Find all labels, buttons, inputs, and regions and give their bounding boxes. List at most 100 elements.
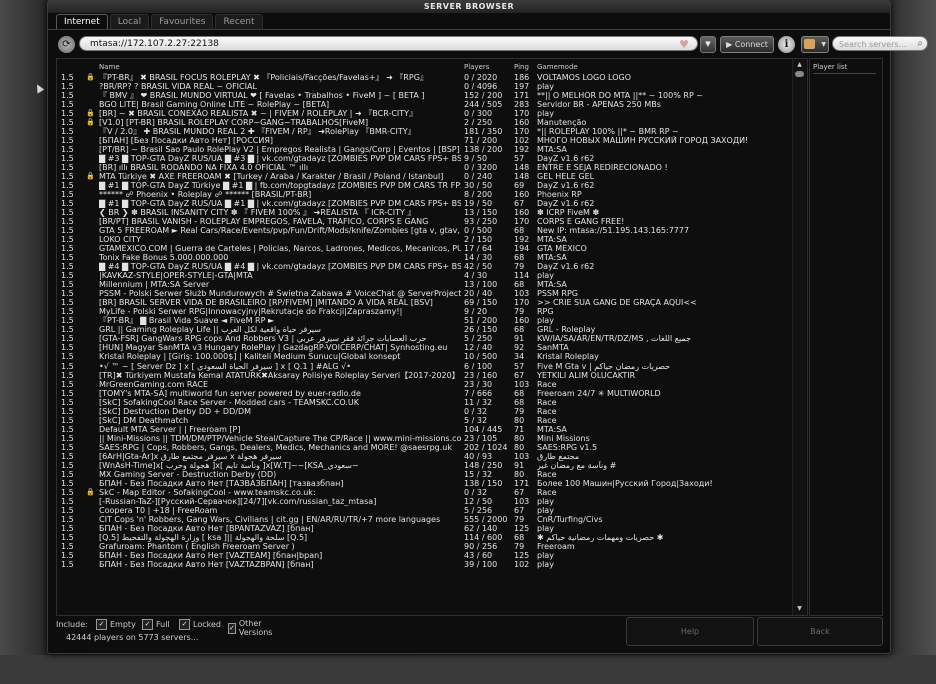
table-row[interactable]: 1.5 GTAMEXICO.COM | Guerra de Carteles | … — [57, 244, 790, 253]
connect-button[interactable]: ▶ Connect — [720, 36, 774, 53]
tab-recent[interactable]: Recent — [215, 14, 263, 30]
table-row[interactable]: 1.5 ▇ #4 ▇ TOP-GTA DayZ RUS/UA ▇ #4 ▇ | … — [57, 262, 790, 271]
search-icon[interactable]: ⌕ — [917, 36, 923, 51]
table-row[interactable]: 1.5 Millennium | MTA:SA Server 13 / 100 68 M… — [57, 280, 790, 289]
table-row[interactable]: 1.5 [BR/PT] BRASIL VANISH - ROLEPLAY EMPR… — [57, 217, 790, 226]
table-row[interactable]: 1.5 ****** ☍ Phoenix • Roleplay ☍ ****** … — [57, 190, 790, 199]
column-header-players[interactable]: Players — [464, 63, 489, 71]
server-name: Default MTA Server | | Freeroam [P] — [99, 424, 241, 434]
table-row[interactable]: 1.5 [PT/BR] ~ Brasil Sao Paulo RolePlay V… — [57, 145, 790, 154]
tab-internet[interactable]: Internet — [56, 14, 108, 30]
table-row[interactable]: 1.5 Tonix Fake Bonus 5.000.000.000 14 / 30… — [57, 253, 790, 262]
table-row[interactable]: 1.5 GRL || Gaming Roleplay Life || سيرفر … — [57, 325, 790, 334]
filter-empty[interactable]: ✓ Empty — [96, 619, 136, 630]
table-row[interactable]: 1.5 GTA 5 FREEROAM ► Real Cars/Race/Event… — [57, 226, 790, 235]
checkbox-locked[interactable]: ✓ — [179, 619, 190, 630]
table-row[interactable]: 1.5 Coopera T0 | +18 | FreeRoam 5 / 256 67 p… — [57, 506, 790, 515]
table-row[interactable]: 1.5 🔒 SkC - Map Editor - SofakingCool - ww… — [57, 488, 790, 497]
back-button[interactable]: Back — [757, 617, 883, 646]
heart-icon[interactable]: ♥ — [679, 37, 689, 52]
tab-favourites[interactable]: Favourites — [151, 14, 214, 30]
checkbox-empty[interactable]: ✓ — [96, 619, 107, 630]
table-row[interactable]: 1.5 [HUN] Magyar SanMTA v3 Hungary RolePl… — [57, 343, 790, 352]
filter-locked[interactable]: ✓ Locked — [179, 619, 221, 630]
table-row[interactable]: 1.5 [SkC] Destruction Derby DD + DD/DM 0 /… — [57, 407, 790, 416]
table-row[interactable]: 1.5 CIT Cops 'n' Robbers, Gang Wars, Civi… — [57, 515, 790, 524]
table-row[interactable]: 1.5 [SkC] DM Deathmatch 5 / 32 80 Race — [57, 416, 790, 425]
server-players: 181 / 350 — [464, 127, 503, 137]
column-header-gamemode[interactable]: Gamemode — [537, 63, 578, 71]
address-input[interactable]: mtasa://172.107.2.27:22138 ♥ — [79, 36, 698, 51]
table-row[interactable]: 1.5 BGO LITE| Brasil Gaming Online LITE ~… — [57, 100, 790, 109]
table-row[interactable]: 1.5 Grafuroam: Phantom ( English Freeroam… — [57, 542, 790, 551]
filter-full[interactable]: ✓ Full — [142, 619, 170, 630]
table-row[interactable]: 1.5 MX Gaming Server - Destruction Derby … — [57, 470, 790, 479]
table-row[interactable]: 1.5 [БПАН] [Без Посадки Авто Нет] [РОССИЯ… — [57, 136, 790, 145]
table-row[interactable]: 1.5 MyLife - Polski Serwer RPG|Innowacyjn… — [57, 307, 790, 316]
table-row[interactable]: 1.5 [TR]✖ Türkiyem Mustafa Kemal ATATÜRK✖… — [57, 371, 790, 380]
table-row[interactable]: 1.5 •√ ™ ~ [ Server Dz ] x [ سيرفر الحياة… — [57, 362, 790, 371]
server-ping: 68 — [514, 253, 525, 263]
table-row[interactable]: 1.5 Kristal Roleplay | [Giriş: 100.000$] … — [57, 352, 790, 361]
table-row[interactable]: 1.5 ▇ #3 ▇ TOP-GTA DayZ RUS/UA ▇ #3 ▇ | … — [57, 154, 790, 163]
table-row[interactable]: 1.5 MrGreenGaming.com RACE 23 / 30 103 Race — [57, 380, 790, 389]
window-title[interactable]: SERVER BROWSER — [48, 1, 890, 13]
table-row[interactable]: 1.5 ?BR/RP? ? BRASIL VIDA REAL ~ OFICIAL 0… — [57, 82, 790, 91]
refresh-button[interactable]: ⟳ — [58, 36, 75, 53]
table-row[interactable]: 1.5 [SkC] SofakingCool Race Server - Modd… — [57, 398, 790, 407]
column-header-ping[interactable]: Ping — [514, 63, 529, 71]
server-ping: 192 — [514, 235, 530, 245]
table-row[interactable]: 1.5 БПАН - Без Посадки Авто Нет [VAZTEAM]… — [57, 551, 790, 560]
server-gamemode: МНОГО НОВЫХ МАШИН РУССКИЙ ГОРОД ЗАХОДИ! — [537, 136, 749, 146]
search-input[interactable]: Search servers... ⌕ — [832, 36, 928, 51]
table-row[interactable]: 1.5 [TOMY's MTA-SA] multiworld fun server… — [57, 389, 790, 398]
server-gamemode: *|| ROLEPLAY 100% ||* ~ BMR RP ~ — [537, 127, 679, 137]
table-row[interactable]: 1.5 『V / 2.0』 ✚ BRASIL MUNDO REAL 2 ✚ 『FI… — [57, 127, 790, 136]
table-row[interactable]: 1.5 SAES:RPG | Cops, Robbers, Gangs, Deal… — [57, 443, 790, 452]
table-row[interactable]: 1.5 БПАН - Без Посадки Авто Нет [VAZTAZBP… — [57, 560, 790, 569]
table-row[interactable]: 1.5 🔒 [V1.0] [PT-BR] BRASIL ROLEPLAY CORP~… — [57, 118, 790, 127]
table-row[interactable]: 1.5 || Mini-Missions || TDM/DM/PTP/Vehicl… — [57, 434, 790, 443]
table-row[interactable]: 1.5 PSSM - Polski Serwer Służb Mundurowyc… — [57, 289, 790, 298]
table-row[interactable]: 1.5 [-Russian-TaZ-][Русский-Сервачок][24/… — [57, 497, 790, 506]
scroll-down-icon[interactable]: ▼ — [794, 605, 805, 613]
filter-other-versions[interactable]: ✓ Other Versions — [228, 619, 276, 637]
table-row[interactable]: 1.5 ❮ BR ❯ ✽ BRASIL INSANITY CITY ✽ 『 FI… — [57, 208, 790, 217]
table-row[interactable]: 1.5 LOKO CITY 2 / 150 192 MTA:SA — [57, 235, 790, 244]
server-name: Tonix Fake Bonus 5.000.000.000 — [99, 253, 229, 263]
checkbox-full[interactable]: ✓ — [142, 619, 153, 630]
column-header-name[interactable]: Name — [99, 63, 120, 71]
table-row[interactable]: 1.5 『PT-BR』 ▇ Brasil Vida Suave ◄ FiveM R… — [57, 316, 790, 325]
checkbox-other-versions[interactable]: ✓ — [228, 622, 236, 634]
table-row[interactable]: 1.5 БПАН - Без Посадки Авто Нет [ТАЗВАЗБП… — [57, 479, 790, 488]
server-players: 7 / 666 — [464, 388, 493, 398]
address-history-dropdown[interactable]: ▼ — [700, 36, 716, 53]
table-row[interactable]: 1.5 |KAVKAZ-STYLE|OPER-STYLE|-GTA|MTA 4 / … — [57, 271, 790, 280]
table-row[interactable]: 1.5 🔒 『PT-BR』 ✖ BRASIL FOCUS ROLEPLAY ✖ 『P… — [57, 73, 790, 82]
scroll-thumb[interactable] — [795, 71, 804, 77]
table-row[interactable]: 1.5 [BR] BRASIL SERVER VIDA DE BRASILEIRO… — [57, 298, 790, 307]
table-row[interactable]: 1.5 ▇ #1 ▇ TOP-GTA DayZ RUS/UA ▇ #1 ▇ | … — [57, 199, 790, 208]
server-gamemode: Five M Gta v | حصريات رمضان حياكم — [537, 361, 671, 371]
tab-local[interactable]: Local — [109, 14, 150, 30]
lock-icon: 🔒 — [86, 73, 95, 81]
table-row[interactable]: 1.5 БПАН - Без Посадки Авто Нет [BPANTAZV… — [57, 524, 790, 533]
table-row[interactable]: 1.5 🔒 [BR] ~ ✖ BRASIL CONEXÃO REALISTA ✖ ~… — [57, 109, 790, 118]
scroll-up-icon[interactable]: ▲ — [794, 61, 805, 69]
server-ping: 160 — [514, 316, 530, 326]
list-scrollbar[interactable]: ▲ ▼ — [792, 59, 806, 615]
info-button[interactable]: i — [778, 36, 795, 53]
table-row[interactable]: 1.5 🔒 MTA Türkiye ✖ AXE FREEROAM ✖ [Turkey… — [57, 172, 790, 181]
table-row[interactable]: 1.5 [BR] ıllı BRASIL RODANDO NA FIXA 4.0 … — [57, 163, 790, 172]
table-row[interactable]: 1.5 [Q.5] وزارة الهجولة والتفحيط [ ksa ]|… — [57, 533, 790, 542]
server-gamemode: KW/IA/SA/AR/EN/TR/DZ/MS , جميع اللغات — [537, 334, 691, 344]
table-row[interactable]: 1.5 [GTA-FSR] GangWars RPG cops And Robbe… — [57, 334, 790, 343]
table-row[interactable]: 1.5 『 BMV 』 ❤ BRASIL MUNDO VIRTUAL ❤ [ Fa… — [57, 91, 790, 100]
help-button[interactable]: Help — [626, 617, 754, 646]
table-row[interactable]: 1.5 [WnAsH-Time]x[ هجولة وحرب ]x[ ونآسة ت… — [57, 461, 790, 470]
table-row[interactable]: 1.5 ▇ #1 ▇ TOP-GTA DayZ Türkiye ▇ #1 ▇ |… — [57, 181, 790, 190]
tab-divider — [48, 29, 890, 30]
table-row[interactable]: 1.5 Default MTA Server | | Freeroam [P] 10… — [57, 425, 790, 434]
table-row[interactable]: 1.5 [6ArH|Gta-Ar]x سيرفر مجتمع طارق x سير… — [57, 452, 790, 461]
favourites-button[interactable]: ▼ — [801, 36, 829, 53]
